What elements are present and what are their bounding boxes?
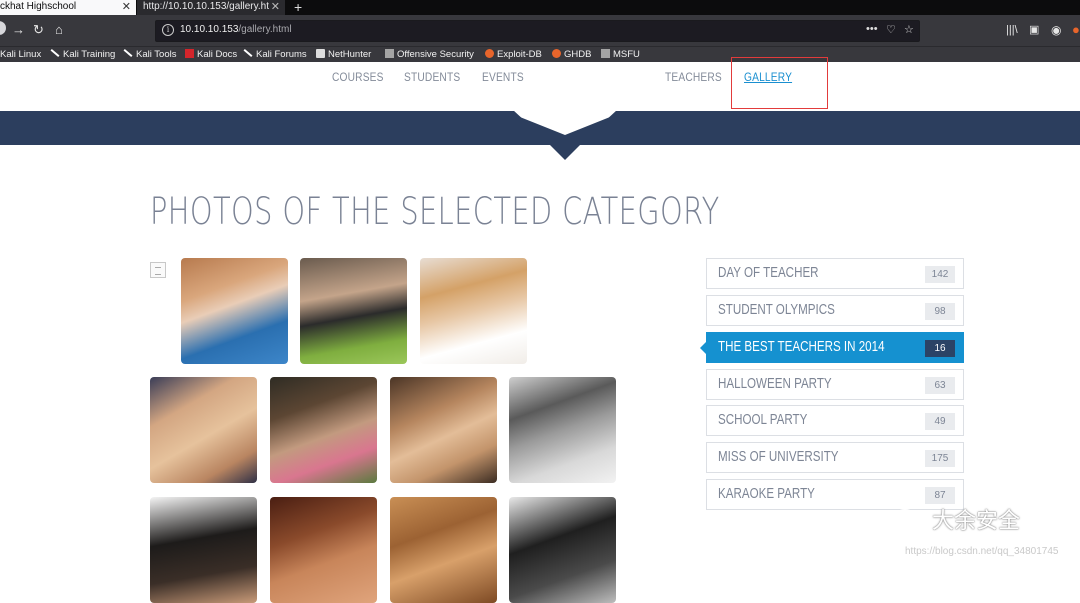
category-halloween-party[interactable]: HALLOWEEN PARTY 63 [706, 369, 964, 400]
nav-courses[interactable]: COURSES [332, 70, 384, 84]
close-tab-icon[interactable]: ✕ [122, 0, 131, 14]
home-icon[interactable]: ⌂ [55, 22, 63, 38]
header-band [0, 111, 1080, 145]
category-label: SCHOOL PARTY [718, 412, 808, 428]
nav-teachers[interactable]: TEACHERS [665, 70, 722, 84]
site-info-icon[interactable]: i [162, 24, 174, 36]
gallery-photo[interactable] [150, 377, 257, 483]
new-tab-button[interactable]: + [294, 0, 302, 15]
tab-title: http://10.10.10.153/gallery.ht [143, 1, 270, 12]
ghdb-icon [552, 49, 561, 58]
bookmark-exploit-db[interactable]: Exploit-DB [485, 48, 542, 61]
gallery-photo[interactable] [270, 497, 377, 603]
category-count-badge: 142 [925, 266, 955, 283]
back-button[interactable] [0, 21, 6, 35]
nav-students[interactable]: STUDENTS [404, 70, 460, 84]
gallery-photo[interactable] [181, 258, 288, 364]
category-label: MISS OF UNIVERSITY [718, 449, 839, 465]
gallery-photo[interactable] [300, 258, 407, 364]
tab-gallery[interactable]: http://10.10.10.153/gallery.ht ✕ [137, 0, 285, 15]
category-best-teachers-2014[interactable]: THE BEST TEACHERS IN 2014 16 [700, 332, 964, 363]
address-bar[interactable]: i 10.10.10.153/gallery.html ••• ♡ ☆ [155, 20, 920, 42]
library-icon[interactable]: |||\ [1006, 22, 1018, 38]
bookmark-nethunter[interactable]: NetHunter [316, 48, 371, 61]
gallery-photo[interactable] [509, 497, 616, 603]
account-icon[interactable]: ◉ [1051, 22, 1061, 38]
bookmark-kali-linux[interactable]: Kali Linux [0, 48, 41, 61]
bookmark-kali-training[interactable]: Kali Training [50, 48, 115, 61]
forward-arrow-icon[interactable]: → [12, 22, 25, 38]
category-count-badge: 98 [925, 303, 955, 320]
category-count-badge: 175 [925, 450, 955, 467]
bookmark-star-icon[interactable]: ☆ [904, 23, 914, 36]
gallery-photo[interactable] [270, 377, 377, 483]
kali-dragon-icon [243, 49, 253, 57]
navigation-toolbar: → ↻ ⌂ i 10.10.10.153/gallery.html ••• ♡ … [0, 15, 1080, 46]
document-icon [150, 262, 166, 278]
category-count-badge: 63 [925, 377, 955, 394]
nethunter-icon [316, 49, 325, 58]
category-day-of-teacher[interactable]: DAY OF TEACHER 142 [706, 258, 964, 289]
category-student-olympics[interactable]: STUDENT OLYMPICS 98 [706, 295, 964, 326]
sidebar-icon[interactable]: ▣ [1029, 22, 1039, 38]
tab-bar: ckhat Highschool ✕ http://10.10.10.153/g… [0, 0, 1080, 15]
url-text: 10.10.10.153/gallery.html [180, 24, 292, 35]
reload-icon[interactable]: ↻ [33, 22, 44, 38]
nav-events[interactable]: EVENTS [482, 70, 524, 84]
msfu-icon [601, 49, 610, 58]
kali-docs-icon [185, 49, 194, 58]
page-actions-icon[interactable]: ••• [866, 23, 878, 35]
category-miss-of-university[interactable]: MISS OF UNIVERSITY 175 [706, 442, 964, 473]
gallery-photo[interactable] [150, 497, 257, 603]
category-count-badge: 87 [925, 487, 955, 504]
exploitdb-icon [485, 49, 494, 58]
bookmark-msfu[interactable]: MSFU [601, 48, 640, 61]
bookmark-ghdb[interactable]: GHDB [552, 48, 591, 61]
category-label: STUDENT OLYMPICS [718, 302, 835, 318]
tab-highschool[interactable]: ckhat Highschool ✕ [0, 0, 136, 15]
gallery-photo[interactable] [420, 258, 527, 364]
close-tab-icon[interactable]: ✕ [271, 0, 280, 14]
page-title: PHOTOS OF THE SELECTED CATEGORY [150, 190, 720, 233]
category-label: HALLOWEEN PARTY [718, 376, 832, 392]
wechat-icon [893, 509, 925, 531]
bookmark-kali-docs[interactable]: Kali Docs [185, 48, 237, 61]
bookmarks-toolbar: Kali Linux Kali Training Kali Tools Kali… [0, 46, 1080, 62]
gallery-photo[interactable] [390, 377, 497, 483]
watermark: 大余安全 [892, 503, 1020, 535]
category-school-party[interactable]: SCHOOL PARTY 49 [706, 405, 964, 436]
offsec-icon [385, 49, 394, 58]
category-label: KARAOKE PARTY [718, 486, 815, 502]
watermark-text: 大余安全 [932, 509, 1021, 534]
gallery-photo[interactable] [390, 497, 497, 603]
category-count-badge: 16 [925, 340, 955, 357]
kali-dragon-icon [50, 49, 60, 57]
category-label: THE BEST TEACHERS IN 2014 [718, 339, 885, 355]
kali-dragon-icon [123, 49, 133, 57]
gallery-photo[interactable] [509, 377, 616, 483]
category-label: DAY OF TEACHER [718, 265, 819, 281]
bookmark-kali-forums[interactable]: Kali Forums [243, 48, 307, 61]
annotation-highlight-box [731, 57, 828, 109]
firefox-icon[interactable]: ● [1072, 22, 1080, 38]
category-count-badge: 49 [925, 413, 955, 430]
bookmark-kali-tools[interactable]: Kali Tools [123, 48, 177, 61]
bookmark-offensive-security[interactable]: Offensive Security [385, 48, 474, 61]
site-navigation: COURSES STUDENTS EVENTS TEACHERS GALLERY [0, 62, 1080, 110]
watermark-credit: https://blog.csdn.net/qq_34801745 [905, 546, 1059, 557]
pocket-icon[interactable]: ♡ [886, 23, 896, 36]
tab-title: ckhat Highschool [0, 1, 77, 12]
